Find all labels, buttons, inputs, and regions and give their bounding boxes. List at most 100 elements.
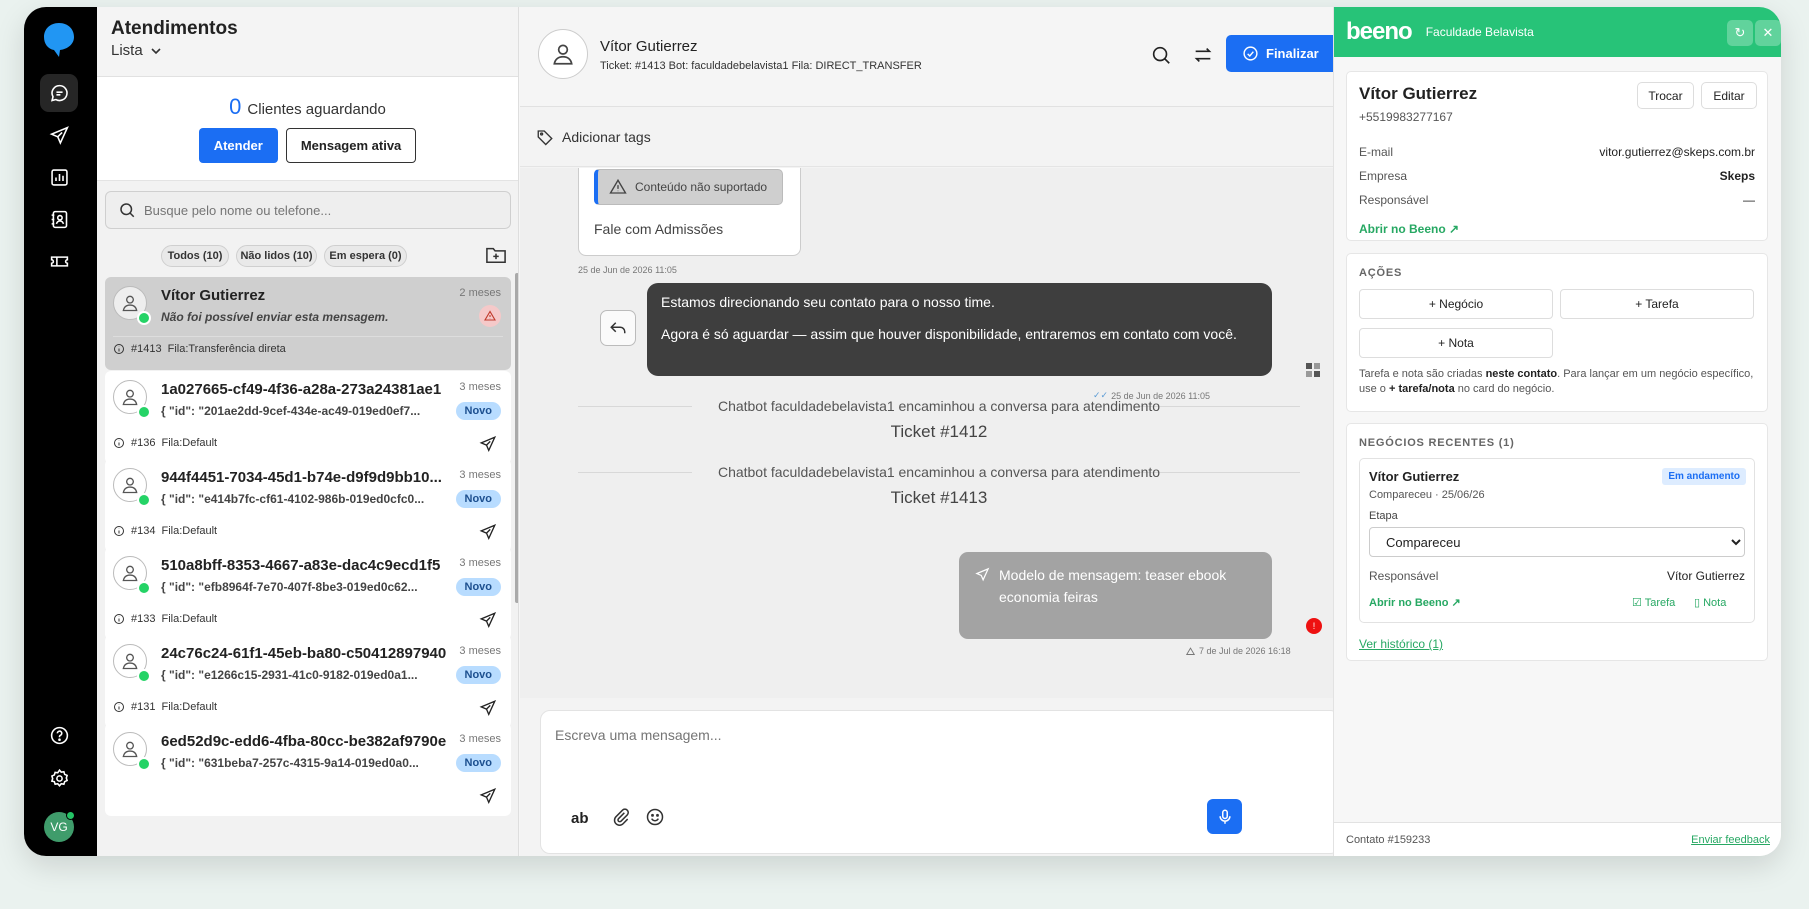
reply-button[interactable] — [600, 310, 636, 346]
info-icon — [114, 526, 124, 536]
new-badge: Novo — [455, 754, 501, 772]
view-selector[interactable]: Lista — [111, 42, 504, 59]
warning-icon — [609, 178, 627, 194]
reply-icon — [610, 322, 626, 334]
active-message-button[interactable]: Mensagem ativa — [285, 128, 417, 163]
stage-select[interactable]: Compareceu — [1369, 527, 1745, 557]
unsupported-label: Conteúdo não suportado — [635, 180, 768, 194]
format-text-button[interactable]: ab — [571, 810, 589, 827]
swap-contact-button[interactable]: Trocar — [1637, 82, 1694, 109]
list-header: Atendimentos Lista — [97, 7, 518, 77]
user-avatar[interactable]: VG — [44, 811, 75, 842]
conversation-card[interactable]: 1a027665-cf49-4f36-a28a-273a24381ae1 { "i… — [105, 371, 511, 464]
template-message-text: Modelo de mensagem: teaser ebook economi… — [999, 567, 1227, 605]
message-timestamp: 7 de Jul de 2026 16:18 — [1199, 646, 1291, 656]
deal-owner-value: Vítor Gutierrez — [1666, 569, 1745, 583]
add-tags-button[interactable]: Adicionar tags — [520, 107, 1358, 167]
waiting-label: Clientes aguardando — [247, 101, 386, 118]
filter-all[interactable]: Todos (10) — [161, 245, 229, 267]
card-last-message: { "id": "e414b7fc-cf61-4102-986b-019ed0c… — [161, 492, 425, 506]
filter-unread[interactable]: Não lidos (10) — [236, 245, 317, 267]
new-badge: Novo — [455, 402, 501, 420]
message-area: Conteúdo não suportado Fale com Admissõe… — [520, 168, 1358, 698]
beeno-header: beeno Faculdade Belavista ↻ ✕ — [1334, 7, 1781, 57]
incoming-message: Conteúdo não suportado Fale com Admissõe… — [578, 168, 801, 256]
attend-button[interactable]: Atender — [198, 128, 278, 163]
close-icon[interactable]: ✕ — [1755, 20, 1781, 46]
waiting-count: 0 — [229, 94, 242, 119]
card-contact-name: 944f4451-7034-45d1-b74e-d9f9d9bb10... — [161, 469, 442, 486]
send-icon[interactable] — [479, 611, 497, 629]
send-feedback-link[interactable]: Enviar feedback — [1691, 834, 1770, 846]
help-text-part: Tarefa e nota são criadas — [1359, 368, 1486, 380]
nav-tickets-icon[interactable] — [40, 242, 78, 280]
settings-icon[interactable] — [40, 759, 78, 797]
send-icon[interactable] — [479, 699, 497, 717]
template-message: Modelo de mensagem: teaser ebook economi… — [959, 552, 1272, 639]
conversation-card[interactable]: 510a8bff-8353-4667-a83e-dac4c9ecd1f5 { "i… — [105, 547, 511, 640]
message-status-line: 7 de Jul de 2026 16:18 — [1186, 646, 1291, 656]
user-icon — [553, 44, 573, 65]
help-icon[interactable] — [40, 716, 78, 754]
add-note-button[interactable]: + Nota — [1359, 328, 1553, 358]
beeno-panel: beeno Faculdade Belavista ↻ ✕ Vítor Guti… — [1333, 7, 1781, 856]
card-footer: #136 Fila:Default — [113, 437, 217, 449]
send-icon[interactable] — [479, 787, 497, 805]
owner-label: Responsável — [1359, 193, 1429, 207]
search-box — [105, 191, 511, 229]
message-composer: ab — [540, 710, 1340, 854]
card-ticket: #133 — [131, 613, 156, 625]
unsupported-content-box: Conteúdo não suportado — [594, 169, 783, 205]
whatsapp-icon — [137, 493, 151, 507]
message-timestamp: 25 de Jun de 2026 11:05 — [578, 265, 677, 275]
error-indicator[interactable]: ! — [1306, 618, 1322, 634]
refresh-icon[interactable]: ↻ — [1727, 20, 1753, 46]
nav-campaigns-icon[interactable] — [40, 116, 78, 154]
open-in-beeno-link[interactable]: Abrir no Beeno ↗ — [1359, 222, 1459, 236]
conversation-card[interactable]: 6ed52d9c-edd6-4fba-80cc-be382af9790e { "i… — [105, 723, 511, 816]
whatsapp-icon — [137, 405, 151, 419]
new-badge: Novo — [455, 578, 501, 596]
nav-reports-icon[interactable] — [40, 158, 78, 196]
add-deal-button[interactable]: + Negócio — [1359, 289, 1553, 319]
contact-name: Vítor Gutierrez — [1359, 84, 1478, 103]
deal-open-in-beeno-link[interactable]: Abrir no Beeno ↗ — [1369, 596, 1461, 609]
card-footer: #134 Fila:Default — [113, 525, 217, 537]
system-message: Chatbot faculdadebelavista1 encaminhou a… — [717, 464, 1161, 480]
whatsapp-icon — [137, 311, 151, 325]
deal-note-link[interactable]: ▯ Nota — [1694, 596, 1726, 609]
new-badge: Novo — [455, 490, 501, 508]
organization-name: Faculdade Belavista — [1425, 25, 1534, 39]
list-scrollbar[interactable] — [515, 273, 518, 603]
nav-contacts-icon[interactable] — [40, 200, 78, 238]
user-icon — [122, 389, 138, 406]
emoji-icon[interactable] — [645, 807, 665, 827]
filter-on-hold[interactable]: Em espera (0) — [324, 245, 407, 267]
deal-owner-label: Responsável — [1369, 569, 1439, 583]
edit-contact-button[interactable]: Editar — [1701, 82, 1757, 109]
deal-task-link[interactable]: ☑ Tarefa — [1632, 596, 1675, 609]
contact-id: Contato #159233 — [1346, 833, 1431, 846]
filter-chips: Todos (10) Não lidos (10) Em espera (0) — [97, 245, 518, 269]
waiting-clients-section: 0 Clientes aguardando Atender Mensagem at… — [97, 77, 518, 181]
send-icon[interactable] — [479, 523, 497, 541]
view-history-link[interactable]: Ver histórico (1) — [1359, 637, 1443, 651]
card-footer: #1413 Fila:Transferência direta — [113, 343, 286, 355]
voice-record-button[interactable] — [1207, 799, 1242, 834]
folder-add-icon[interactable] — [485, 245, 507, 265]
conversation-card[interactable]: 944f4451-7034-45d1-b74e-d9f9d9bb10... { "… — [105, 459, 511, 552]
send-icon[interactable] — [479, 435, 497, 453]
app-logo-icon[interactable] — [42, 21, 76, 57]
search-icon[interactable] — [1150, 44, 1172, 66]
nav-chats-icon[interactable] — [40, 74, 78, 112]
message-input[interactable] — [555, 727, 1155, 743]
user-icon — [122, 477, 138, 494]
conversation-card[interactable]: 24c76c24-61f1-45eb-ba80-c50412897940 { "i… — [105, 635, 511, 728]
add-task-button[interactable]: + Tarefa — [1560, 289, 1754, 319]
user-icon — [122, 741, 138, 758]
conversation-card[interactable]: Vítor Gutierrez Não foi possível enviar e… — [105, 277, 511, 370]
search-input[interactable] — [144, 202, 464, 218]
transfer-icon[interactable] — [1192, 44, 1214, 66]
warning-icon — [1186, 646, 1195, 655]
attachment-icon[interactable] — [611, 807, 631, 827]
